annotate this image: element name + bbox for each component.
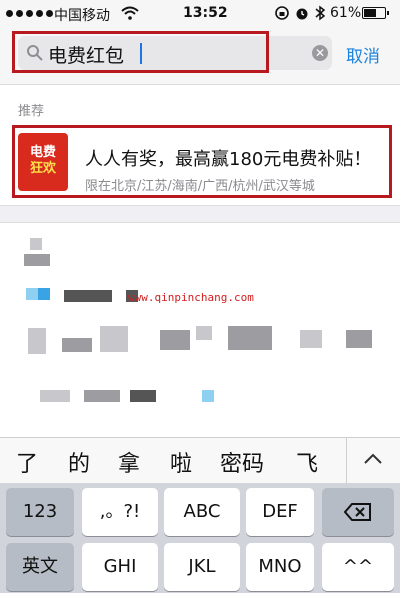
bluetooth-icon: [315, 5, 326, 21]
key-emoticon[interactable]: ^^: [322, 543, 394, 591]
chevron-up-icon[interactable]: [362, 448, 384, 470]
status-bar: 中国移动 13:52 61%: [0, 0, 400, 26]
blur-block: [202, 390, 214, 402]
blur-block: [130, 390, 156, 402]
blur-block: [28, 328, 46, 354]
blur-block: [26, 288, 38, 300]
blur-block: [38, 288, 50, 300]
battery-percent: 61%: [330, 5, 362, 21]
clock: 13:52: [183, 5, 228, 21]
wifi-icon: [121, 6, 139, 20]
key-punctuation[interactable]: ,。?!: [82, 488, 158, 536]
candidate-word[interactable]: 密码: [220, 446, 264, 478]
orientation-lock-icon: [275, 6, 289, 20]
blur-block: [30, 238, 42, 250]
signal-dots-icon: [6, 10, 53, 17]
blur-block: [228, 326, 272, 350]
key-def[interactable]: DEF: [246, 488, 314, 536]
battery-icon: [362, 7, 389, 19]
candidate-word[interactable]: 的: [68, 446, 90, 478]
blur-block: [300, 330, 322, 348]
delete-button[interactable]: [322, 488, 394, 536]
watermark-text: www.qinpinchang.com: [128, 291, 254, 304]
section-label-recommend: 推荐: [18, 104, 45, 119]
key-english[interactable]: 英文: [6, 543, 74, 591]
blur-block: [40, 390, 70, 402]
blur-block: [100, 326, 128, 352]
blur-block: [346, 330, 372, 348]
clear-icon[interactable]: ✕: [312, 45, 328, 61]
search-bar: 电费红包 ✕ 取消: [0, 26, 400, 85]
cancel-button[interactable]: 取消: [346, 42, 380, 67]
search-highlight-box: [12, 31, 269, 73]
key-abc[interactable]: ABC: [164, 488, 240, 536]
carrier-label: 中国移动: [54, 8, 110, 24]
blur-block: [196, 326, 212, 340]
candidate-word[interactable]: 啦: [170, 446, 192, 478]
keyboard: 123 ,。?! ABC DEF 英文 GHI JKL MNO ^^: [0, 483, 400, 593]
key-123[interactable]: 123: [6, 488, 74, 536]
blur-block: [160, 330, 190, 350]
candidate-word[interactable]: 了: [16, 446, 38, 478]
key-mno[interactable]: MNO: [246, 543, 314, 591]
alarm-icon: [296, 8, 308, 20]
backspace-icon: [343, 503, 371, 521]
candidate-word[interactable]: 飞: [296, 446, 318, 478]
key-ghi[interactable]: GHI: [82, 543, 158, 591]
key-jkl[interactable]: JKL: [164, 543, 240, 591]
blur-block: [64, 290, 112, 302]
candidate-bar: 了 的 拿 啦 密码 飞: [0, 437, 400, 484]
section-divider: [0, 205, 400, 223]
blur-block: [62, 338, 92, 352]
blur-block: [84, 390, 120, 402]
candidate-word[interactable]: 拿: [118, 446, 140, 478]
candidate-divider: [346, 438, 347, 484]
blur-block: [24, 254, 50, 266]
promo-highlight-box[interactable]: [12, 125, 392, 198]
